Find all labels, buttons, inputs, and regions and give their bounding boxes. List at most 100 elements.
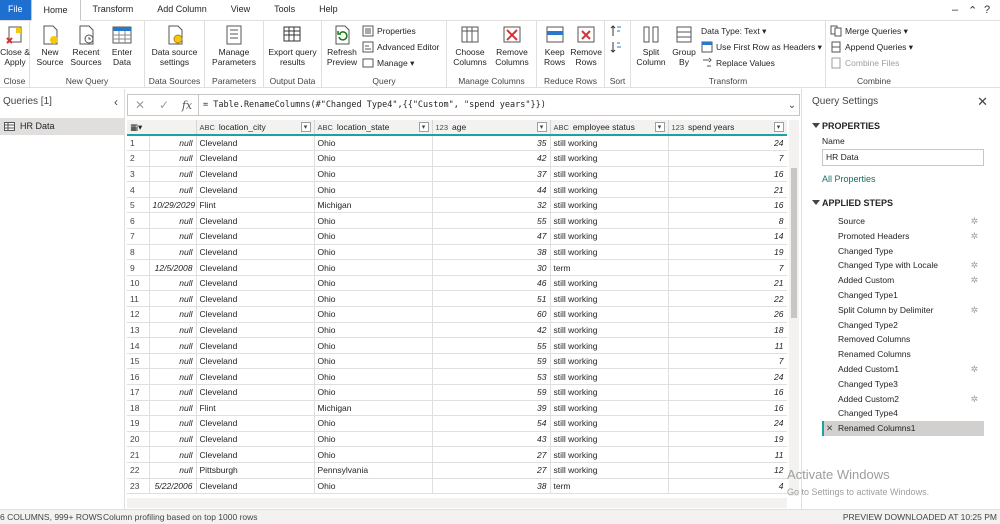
table-cell[interactable]: still working — [550, 228, 669, 245]
table-row[interactable]: 1 null Cleveland Ohio 35 still working 24 — [127, 135, 787, 152]
table-row[interactable]: 7 null Cleveland Ohio 47 still working 14 — [127, 228, 787, 245]
collapse-pane-icon[interactable]: ‹ — [114, 89, 118, 115]
table-row[interactable]: 9 12/5/2008 Cleveland Ohio 30 term 7 — [127, 259, 787, 276]
sort-ascending-button[interactable] — [610, 24, 625, 38]
applied-step[interactable]: Source ✲ — [822, 214, 984, 229]
table-menu-button[interactable]: ▦▾ — [127, 120, 197, 136]
table-cell[interactable]: Cleveland — [196, 353, 315, 370]
table-cell[interactable]: 16 — [668, 400, 787, 417]
filter-dropdown-icon[interactable]: ▾ — [773, 122, 784, 132]
table-cell[interactable]: 22 — [668, 290, 787, 308]
type-icon[interactable]: 123 — [672, 123, 685, 132]
table-cell[interactable]: Ohio — [314, 415, 433, 432]
formula-input[interactable]: = Table.RenameColumns(#"Changed Type4",{… — [198, 95, 785, 115]
table-cell[interactable]: Cleveland — [196, 446, 315, 463]
table-cell[interactable]: still working — [550, 322, 669, 339]
table-cell[interactable]: null — [149, 212, 197, 230]
table-cell[interactable]: Cleveland — [196, 290, 315, 308]
table-cell[interactable]: Cleveland — [196, 244, 315, 261]
table-cell[interactable]: Cleveland — [196, 181, 315, 198]
table-cell[interactable]: Cleveland — [196, 259, 315, 276]
close-icon[interactable]: ✕ — [977, 89, 988, 115]
combine-files-button[interactable]: Combine Files — [830, 56, 913, 70]
table-cell[interactable]: 24 — [668, 368, 787, 385]
applied-step[interactable]: Changed Type with Locale ✲ — [822, 258, 984, 273]
table-cell[interactable]: still working — [550, 353, 669, 370]
table-cell[interactable]: Ohio — [314, 306, 433, 323]
table-cell[interactable]: null — [149, 368, 197, 385]
tab-home[interactable]: Home — [30, 0, 81, 21]
applied-step[interactable]: Promoted Headers ✲ — [822, 229, 984, 244]
properties-section-header[interactable]: PROPERTIES — [802, 121, 1000, 131]
table-cell[interactable]: Ohio — [314, 275, 433, 292]
table-cell[interactable]: still working — [550, 150, 669, 167]
table-cell[interactable]: Cleveland — [196, 322, 315, 339]
table-cell[interactable]: null — [149, 337, 197, 354]
table-cell[interactable]: null — [149, 322, 197, 339]
table-row[interactable]: 11 null Cleveland Ohio 51 still working 22 — [127, 290, 787, 308]
table-cell[interactable]: Ohio — [314, 181, 433, 198]
tab-view[interactable]: View — [219, 0, 262, 20]
tab-tools[interactable]: Tools — [262, 0, 307, 20]
table-row[interactable]: 6 null Cleveland Ohio 55 still working 8 — [127, 212, 787, 230]
applied-steps-section-header[interactable]: APPLIED STEPS — [802, 198, 1000, 208]
table-cell[interactable]: still working — [550, 400, 669, 417]
tab-help[interactable]: Help — [307, 0, 350, 20]
table-cell[interactable]: Ohio — [314, 322, 433, 339]
table-cell[interactable]: 59 — [432, 353, 551, 370]
table-cell[interactable]: 7 — [668, 150, 787, 167]
table-cell[interactable]: still working — [550, 166, 669, 183]
table-cell[interactable]: 54 — [432, 415, 551, 432]
table-cell[interactable]: 16 — [668, 166, 787, 183]
table-cell[interactable]: Ohio — [314, 228, 433, 245]
column-header-employee-status[interactable]: ABC employee status ▾ — [550, 120, 669, 136]
table-cell[interactable]: 30 — [432, 259, 551, 276]
table-cell[interactable]: 44 — [432, 181, 551, 198]
table-cell[interactable]: 5/22/2006 — [149, 478, 197, 495]
table-cell[interactable]: still working — [550, 337, 669, 354]
table-cell[interactable]: null — [149, 415, 197, 432]
table-cell[interactable]: 10/29/2029 — [149, 197, 197, 214]
table-row[interactable]: 3 null Cleveland Ohio 37 still working 16 — [127, 166, 787, 183]
function-icon[interactable]: fx — [176, 99, 198, 112]
table-cell[interactable]: still working — [550, 384, 669, 401]
table-cell[interactable]: null — [149, 275, 197, 292]
table-cell[interactable]: Pittsburgh — [196, 462, 315, 479]
gear-icon[interactable]: ✲ — [970, 229, 978, 244]
table-cell[interactable]: Cleveland — [196, 212, 315, 230]
data-type-dropdown[interactable]: Data Type: Text ▾ — [701, 24, 822, 38]
applied-step[interactable]: Added Custom1 ✲ — [822, 362, 984, 377]
merge-queries-button[interactable]: Merge Queries ▾ — [830, 24, 913, 38]
table-row[interactable]: 18 null Flint Michigan 39 still working 16 — [127, 400, 787, 417]
table-cell[interactable]: Ohio — [314, 166, 433, 183]
table-cell[interactable]: still working — [550, 415, 669, 432]
table-cell[interactable]: 42 — [432, 322, 551, 339]
filter-dropdown-icon[interactable]: ▾ — [536, 122, 547, 132]
table-cell[interactable]: 55 — [432, 337, 551, 354]
table-cell[interactable]: 11 — [668, 337, 787, 354]
table-cell[interactable]: null — [149, 181, 197, 198]
table-cell[interactable]: null — [149, 462, 197, 479]
table-cell[interactable]: still working — [550, 431, 669, 448]
filter-dropdown-icon[interactable]: ▾ — [300, 122, 311, 132]
table-cell[interactable]: Cleveland — [196, 478, 315, 495]
advanced-editor-button[interactable]: Advanced Editor — [362, 40, 439, 54]
expand-formula-icon[interactable]: ⌄ — [785, 100, 799, 111]
table-cell[interactable]: Cleveland — [196, 135, 315, 152]
table-cell[interactable]: still working — [550, 275, 669, 292]
table-cell[interactable]: Cleveland — [196, 150, 315, 167]
type-icon[interactable]: ABC — [554, 123, 569, 132]
table-cell[interactable]: null — [149, 431, 197, 448]
table-cell[interactable]: 14 — [668, 228, 787, 245]
table-cell[interactable]: 16 — [668, 197, 787, 214]
table-cell[interactable]: still working — [550, 290, 669, 308]
table-cell[interactable]: still working — [550, 368, 669, 385]
table-cell[interactable]: Cleveland — [196, 384, 315, 401]
table-cell[interactable]: 12/5/2008 — [149, 259, 197, 276]
column-header-age[interactable]: 123 age ▾ — [432, 120, 551, 136]
table-cell[interactable]: 26 — [668, 306, 787, 323]
status-profiling[interactable]: Column profiling based on top 1000 rows — [103, 510, 258, 524]
table-cell[interactable]: null — [149, 166, 197, 183]
table-cell[interactable]: Ohio — [314, 478, 433, 495]
gear-icon[interactable]: ✲ — [970, 362, 978, 377]
